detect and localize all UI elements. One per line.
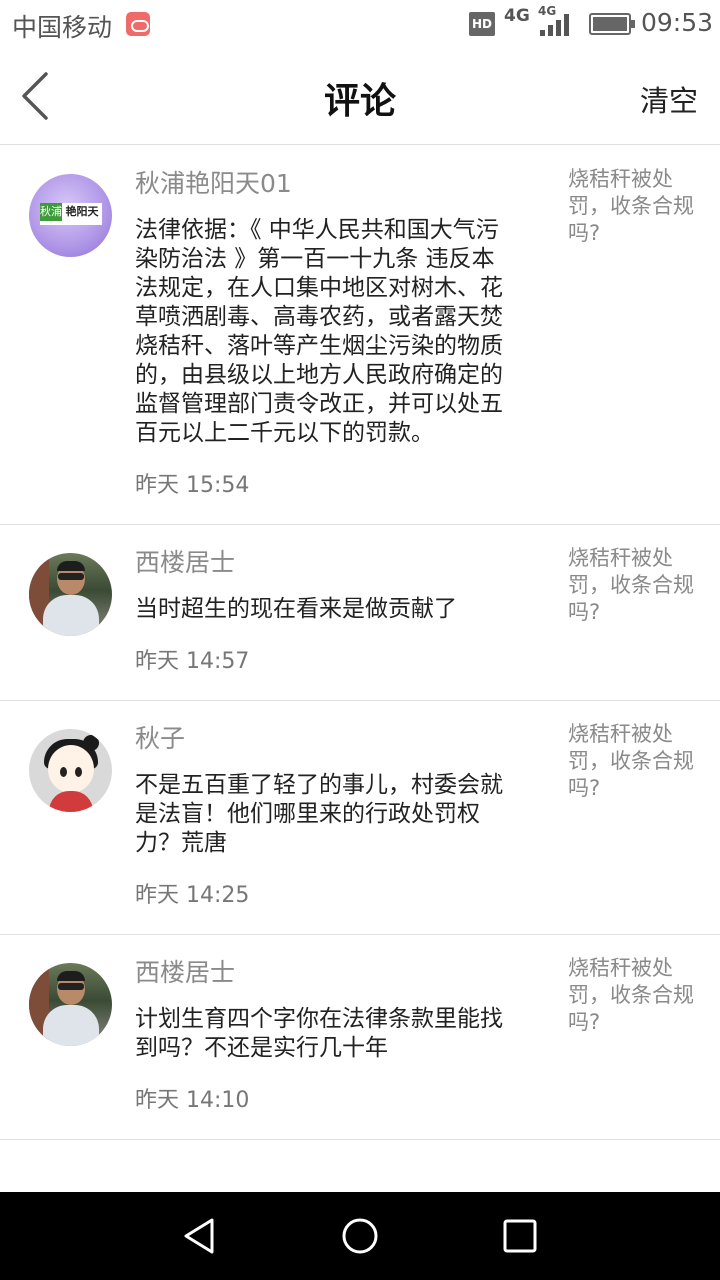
comment-list[interactable]: 秋浦 艳阳天 秋浦艳阳天01 法律依据：《 中华人民共和国大气污染防治法 》第一… — [0, 146, 720, 1192]
cartoon-avatar[interactable] — [29, 729, 112, 812]
triangle-back-icon — [184, 1218, 214, 1254]
avatar-logo-text-right: 艳阳天 — [62, 203, 102, 221]
back-button[interactable] — [14, 70, 58, 122]
header: 评论 清空 — [0, 48, 720, 145]
nav-recent-button[interactable] — [500, 1216, 540, 1256]
battery-icon — [589, 13, 635, 35]
page-title: 评论 — [323, 81, 396, 122]
clear-button[interactable]: 清空 — [640, 78, 698, 120]
comment-text: 计划生育四个字你在法律条款里能找到吗？不还是实行几十年 — [135, 1006, 503, 1061]
comment-item[interactable]: 秋浦 艳阳天 秋浦艳阳天01 法律依据：《 中华人民共和国大气污染防治法 》第一… — [0, 146, 720, 525]
comment-time: 昨天 15:54 — [135, 473, 250, 498]
comment-article-title[interactable]: 烧秸秆被处罚，收条合规吗? — [568, 721, 698, 802]
comment-text: 当时超生的现在看来是做贡献了 — [135, 596, 457, 622]
comment-item[interactable]: 秋子 不是五百重了轻了的事儿，村委会就是法盲！他们哪里来的行政处罚权力？荒唐 昨… — [0, 701, 720, 935]
cloud-notification-icon — [126, 12, 150, 36]
comment-time: 昨天 14:25 — [135, 883, 250, 908]
photo-avatar[interactable] — [29, 963, 112, 1046]
circle-home-icon — [342, 1218, 378, 1254]
comment-article-title[interactable]: 烧秸秆被处罚，收条合规吗? — [568, 545, 698, 626]
signal-strength-icon — [540, 14, 572, 36]
photo-avatar[interactable] — [29, 553, 112, 636]
status-time: 09:53 — [641, 8, 714, 37]
comment-time: 昨天 14:57 — [135, 649, 250, 674]
comment-time: 昨天 14:10 — [135, 1088, 250, 1113]
comment-article-title[interactable]: 烧秸秆被处罚，收条合规吗? — [568, 166, 698, 247]
nav-back-button[interactable] — [180, 1216, 220, 1256]
comment-text: 不是五百重了轻了的事儿，村委会就是法盲！他们哪里来的行政处罚权力？荒唐 — [135, 772, 503, 856]
comment-article-title[interactable]: 烧秸秆被处罚，收条合规吗? — [568, 955, 698, 1036]
system-nav-bar — [0, 1192, 720, 1280]
logo-avatar[interactable]: 秋浦 艳阳天 — [29, 174, 112, 257]
avatar-logo-text-left: 秋浦 — [40, 203, 62, 221]
chevron-left-icon — [22, 72, 48, 120]
hd-badge: HD — [469, 12, 495, 36]
comment-item[interactable]: 西楼居士 计划生育四个字你在法律条款里能找到吗？不还是实行几十年 昨天 14:1… — [0, 935, 720, 1140]
network-4g-label: 4G — [504, 6, 530, 26]
comment-item[interactable]: 西楼居士 当时超生的现在看来是做贡献了 昨天 14:57 烧秸秆被处罚，收条合规… — [0, 525, 720, 701]
carrier-name: 中国移动 — [12, 13, 113, 42]
square-recent-icon — [503, 1219, 537, 1253]
nav-home-button[interactable] — [340, 1216, 380, 1256]
status-bar: 中国移动 HD 4G 4G 09:53 — [0, 0, 720, 48]
comment-text: 法律依据：《 中华人民共和国大气污染防治法 》第一百一十九条 违反本法规定，在人… — [135, 217, 503, 446]
